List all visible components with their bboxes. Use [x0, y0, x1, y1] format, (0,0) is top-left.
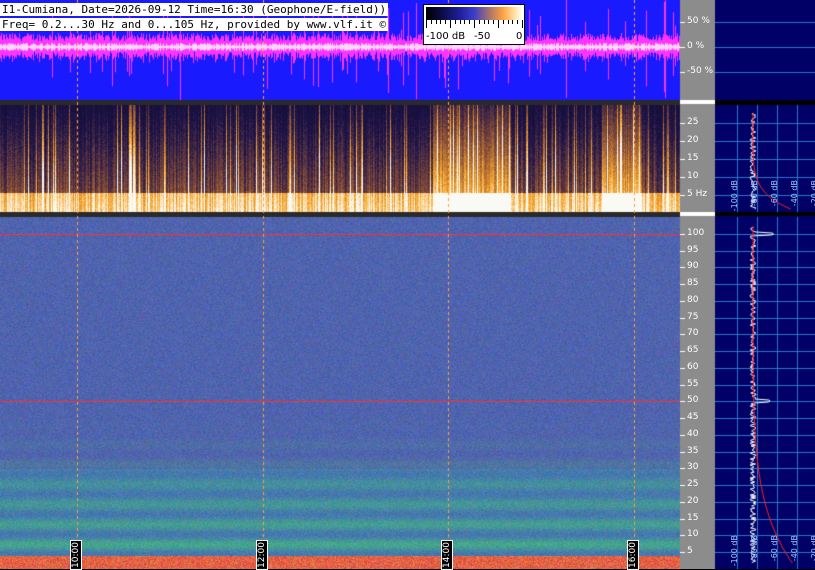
- side-db-label: -80 dB: [750, 535, 759, 562]
- colorbar-tick: [430, 20, 432, 24]
- side-db-label: -20 dB: [810, 535, 815, 562]
- high-freq-tick-label: 85: [687, 278, 699, 288]
- high-freq-tick-label: 100: [687, 228, 705, 238]
- colorbar-tick: [478, 20, 480, 24]
- high-freq-tick-label: 70: [687, 328, 699, 338]
- colorbar-tick: [488, 20, 490, 24]
- side-db-label: -100 dB: [730, 180, 739, 212]
- side-db-label: -60 dB: [770, 180, 779, 207]
- high-freq-tick-label: 40: [687, 429, 699, 439]
- high-freq-tick-label: 5: [687, 546, 693, 556]
- side-db-label: -60 dB: [770, 535, 779, 562]
- side-db-label: -80 dB: [750, 180, 759, 207]
- colorbar-tick: [445, 20, 447, 24]
- low-freq-tick-label: 5 Hz: [687, 189, 708, 199]
- station-title: I1-Cumiana, Date=2026-09-12 Time=16:30 (…: [0, 3, 389, 16]
- waveform-tick-label: 50 %: [687, 16, 710, 26]
- colorbar-tick: [454, 20, 456, 24]
- colorbar-tick: [502, 20, 504, 24]
- colorbar-gradient: [426, 7, 522, 20]
- high-freq-tick-label: 50: [687, 395, 699, 405]
- colorbar-min-label: -100 dB: [426, 31, 466, 42]
- high-freq-tick-label: 30: [687, 462, 699, 472]
- high-freq-tick-label: 90: [687, 261, 699, 271]
- high-freq-tick-label: 60: [687, 362, 699, 372]
- colorbar-tick: [459, 20, 461, 24]
- side-db-label: -100 dB: [730, 535, 739, 567]
- colorbar-tick: [493, 20, 495, 24]
- colorbar-tick: [440, 20, 442, 24]
- colorbar-mid-label: -50: [474, 31, 491, 42]
- high-freq-tick-label: 45: [687, 412, 699, 422]
- side-db-label: -40 dB: [790, 180, 799, 207]
- low-freq-tick-label: 10: [687, 171, 699, 181]
- low-freq-tick-label: 25: [687, 117, 699, 127]
- colorbar-tick: [498, 20, 499, 28]
- low-freq-tick-label: 20: [687, 135, 699, 145]
- colorbar-tick: [426, 20, 427, 28]
- high-freq-tick-label: 75: [687, 312, 699, 322]
- colorbar-tick: [435, 20, 437, 24]
- waveform-tick-label: -50 %: [687, 66, 714, 76]
- high-freq-tick-label: 35: [687, 446, 699, 456]
- time-label: 16:00: [627, 540, 639, 570]
- colorbar-tick: [483, 20, 485, 24]
- vlf-spectrogram-display: I1-Cumiana, Date=2026-09-12 Time=16:30 (…: [0, 0, 815, 570]
- high-freq-tick-label: 10: [687, 529, 699, 539]
- high-freq-tick-label: 15: [687, 513, 699, 523]
- side-db-label: -40 dB: [790, 535, 799, 562]
- side-db-label: -20 dB: [810, 180, 815, 207]
- colorbar-tick: [507, 20, 509, 24]
- high-freq-tick-label: 55: [687, 379, 699, 389]
- frequency-info: Freq= 0.2...30 Hz and 0...105 Hz, provid…: [0, 18, 389, 31]
- colorbar-tick: [450, 20, 451, 28]
- colorbar-tick: [517, 20, 519, 24]
- colorbar-tick: [464, 20, 466, 24]
- colorbar-tick: [512, 20, 514, 24]
- colorbar-tick: [469, 20, 471, 24]
- colorbar-max-label: 0: [516, 31, 523, 42]
- colorbar-tick: [474, 20, 475, 28]
- low-freq-tick-label: 15: [687, 153, 699, 163]
- time-label: 10:00: [70, 540, 82, 570]
- time-label: 14:00: [441, 540, 453, 570]
- high-freq-tick-label: 95: [687, 245, 699, 255]
- high-freq-tick-label: 25: [687, 479, 699, 489]
- high-freq-tick-label: 80: [687, 295, 699, 305]
- time-label: 12:00: [256, 540, 268, 570]
- colorbar-tick: [522, 20, 523, 28]
- waveform-tick-label: 0 %: [687, 41, 705, 51]
- high-freq-tick-label: 65: [687, 345, 699, 355]
- high-freq-tick-label: 20: [687, 496, 699, 506]
- colorbar: -100 dB -50 0: [423, 4, 525, 45]
